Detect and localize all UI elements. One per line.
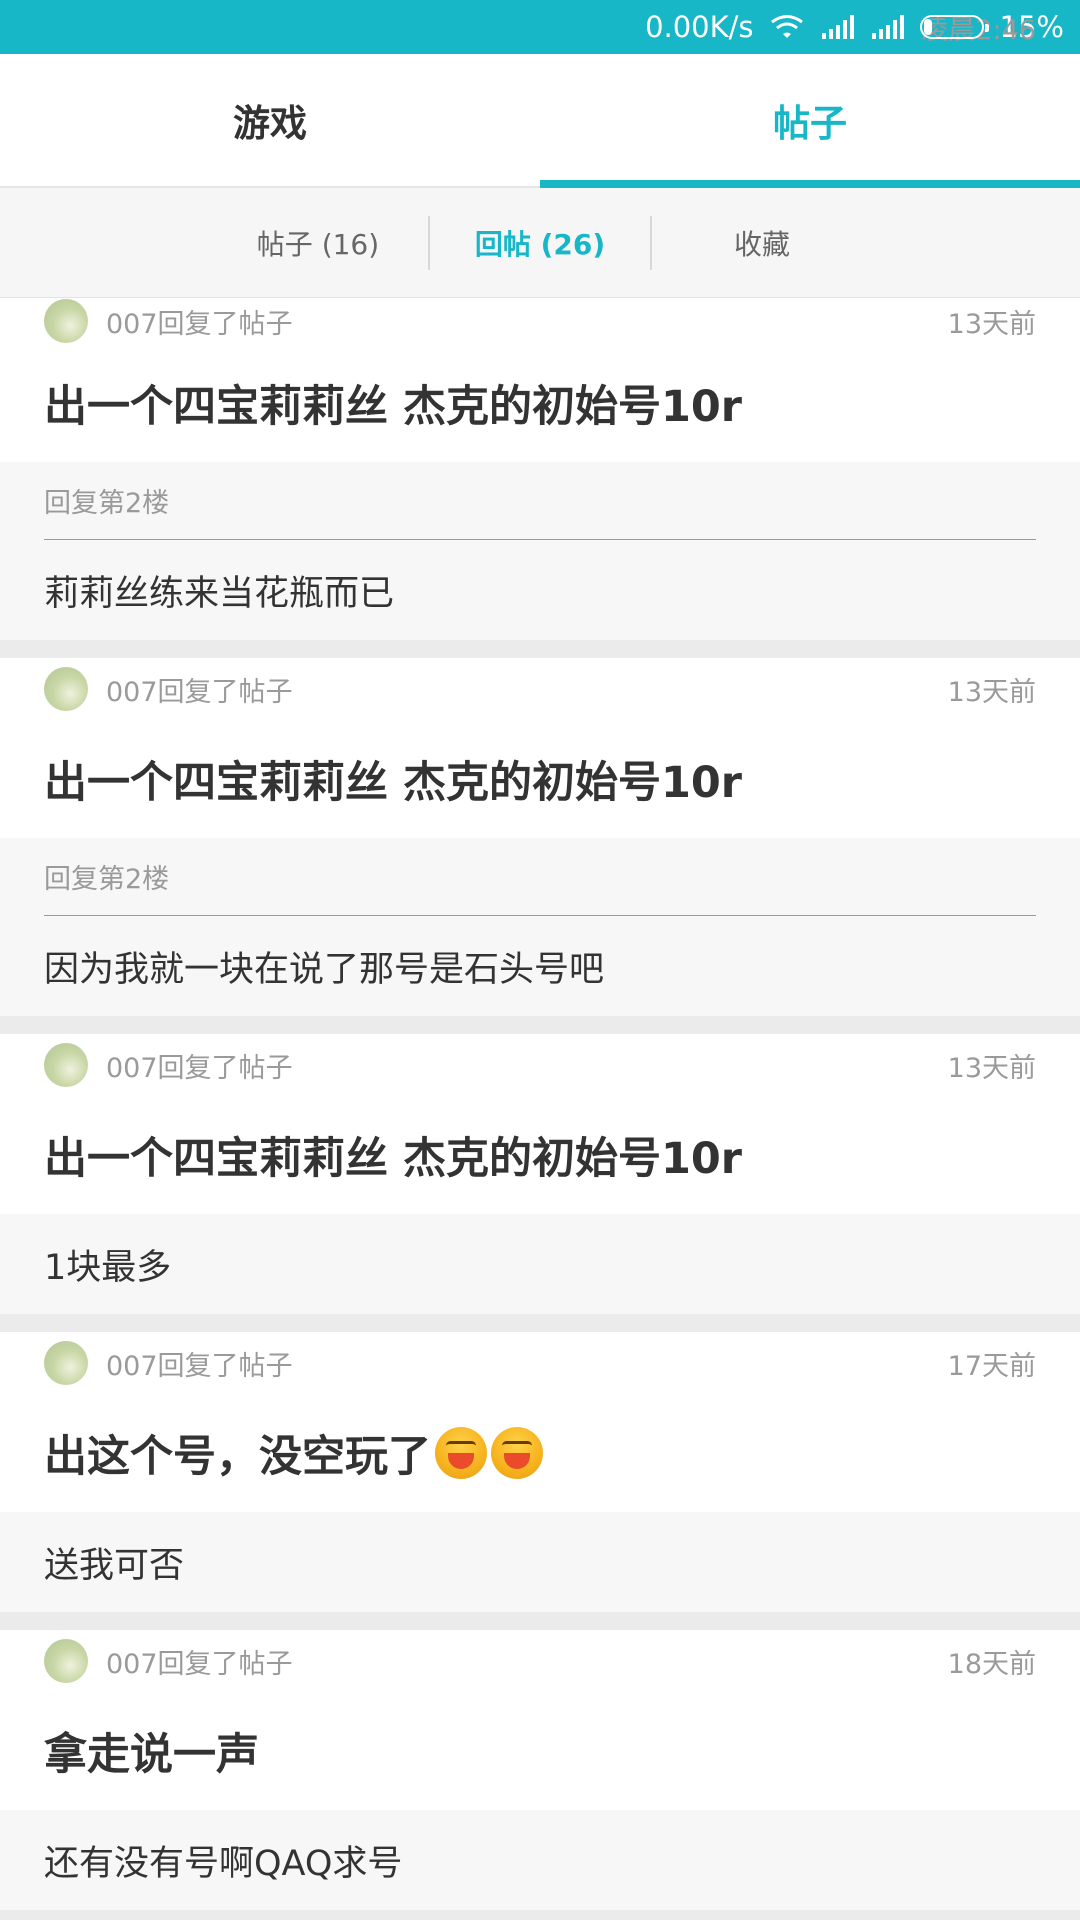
avatar[interactable] [44, 667, 88, 711]
list-item[interactable]: 007回复了帖子 13天前 出一个四宝莉莉丝 杰克的初始号10r 回复第2楼 莉… [0, 298, 1080, 658]
item-meta: 007回复了帖子 [106, 1350, 293, 1382]
reply-quote: 回复第2楼 [44, 462, 1036, 540]
list-item[interactable]: 007回复了帖子 13天前 出一个四宝莉莉丝 杰克的初始号10r 1块最多 [0, 1034, 1080, 1332]
battery-icon [919, 15, 989, 39]
reply-block: 回复第2楼 莉莉丝练来当花瓶而已 [0, 462, 1080, 640]
post-title-text: 出这个号，没空玩了 [44, 1432, 431, 1482]
reply-block: 回复第2楼 因为我就一块在说了那号是石头号吧 [0, 838, 1080, 1016]
crying-emoji-icon [435, 1427, 487, 1479]
post-title[interactable]: 拿走说一声 [0, 1692, 1080, 1810]
sub-tab-bar: 帖子 (16) 回帖 (26) 收藏 [0, 188, 1080, 298]
post-title[interactable]: 出一个四宝莉莉丝 杰克的初始号10r [0, 344, 1080, 462]
reply-list: 007回复了帖子 13天前 出一个四宝莉莉丝 杰克的初始号10r 回复第2楼 莉… [0, 298, 1080, 1920]
item-meta: 007回复了帖子 [106, 676, 293, 708]
avatar[interactable] [44, 299, 88, 343]
reply-block: 还有没有号啊QAQ求号 [0, 1810, 1080, 1910]
network-speed: 0.00K/s [645, 10, 754, 44]
reply-text: 因为我就一块在说了那号是石头号吧 [44, 949, 605, 990]
item-header: 007回复了帖子 13天前 [0, 658, 1080, 720]
subtab-replies[interactable]: 回帖 (26) [430, 223, 650, 263]
item-meta: 007回复了帖子 [106, 1648, 293, 1680]
avatar[interactable] [44, 1341, 88, 1385]
post-title[interactable]: 出一个四宝莉莉丝 杰克的初始号10r [0, 1096, 1080, 1214]
wifi-icon [770, 14, 804, 40]
avatar[interactable] [44, 1043, 88, 1087]
top-tab-bar: 游戏 帖子 [0, 54, 1080, 188]
reply-text: 送我可否 [44, 1545, 185, 1586]
item-header: 007回复了帖子 18天前 [0, 1630, 1080, 1692]
item-time: 13天前 [947, 308, 1036, 340]
reply-text: 莉莉丝练来当花瓶而已 [44, 573, 395, 614]
crying-emoji-icon [491, 1427, 543, 1479]
reply-text: 1块最多 [44, 1247, 172, 1288]
reply-text: 还有没有号啊QAQ求号 [44, 1843, 403, 1884]
post-title[interactable]: 出一个四宝莉莉丝 杰克的初始号10r [0, 720, 1080, 838]
item-time: 17天前 [947, 1350, 1036, 1382]
item-header: 007回复了帖子 13天前 [0, 1034, 1080, 1096]
item-header: 007回复了帖子 17天前 [0, 1332, 1080, 1394]
battery-level [923, 19, 932, 35]
signal-icon [820, 15, 854, 39]
list-item[interactable]: 007回复了帖子 18天前 拿走说一声 还有没有号啊QAQ求号 [0, 1630, 1080, 1920]
item-time: 13天前 [947, 676, 1036, 708]
list-item[interactable]: 007回复了帖子 17天前 出这个号，没空玩了 送我可否 [0, 1332, 1080, 1630]
item-time: 13天前 [947, 1052, 1036, 1084]
avatar[interactable] [44, 1639, 88, 1683]
signal-icon [870, 15, 904, 39]
reply-block: 1块最多 [0, 1214, 1080, 1314]
subtab-posts[interactable]: 帖子 (16) [208, 223, 428, 263]
tab-games[interactable]: 游戏 [0, 54, 540, 186]
tab-posts[interactable]: 帖子 [540, 54, 1080, 188]
post-title[interactable]: 出这个号，没空玩了 [0, 1394, 1080, 1512]
list-item[interactable]: 007回复了帖子 13天前 出一个四宝莉莉丝 杰克的初始号10r 回复第2楼 因… [0, 658, 1080, 1034]
item-meta: 007回复了帖子 [106, 308, 293, 340]
subtab-favorites[interactable]: 收藏 [652, 223, 872, 263]
item-header: 007回复了帖子 13天前 [0, 298, 1080, 344]
reply-quote: 回复第2楼 [44, 838, 1036, 916]
item-meta: 007回复了帖子 [106, 1052, 293, 1084]
item-time: 18天前 [947, 1648, 1036, 1680]
status-bar: 凌晨2:46 0.00K/s 15% [0, 0, 1080, 54]
reply-block: 送我可否 [0, 1512, 1080, 1612]
